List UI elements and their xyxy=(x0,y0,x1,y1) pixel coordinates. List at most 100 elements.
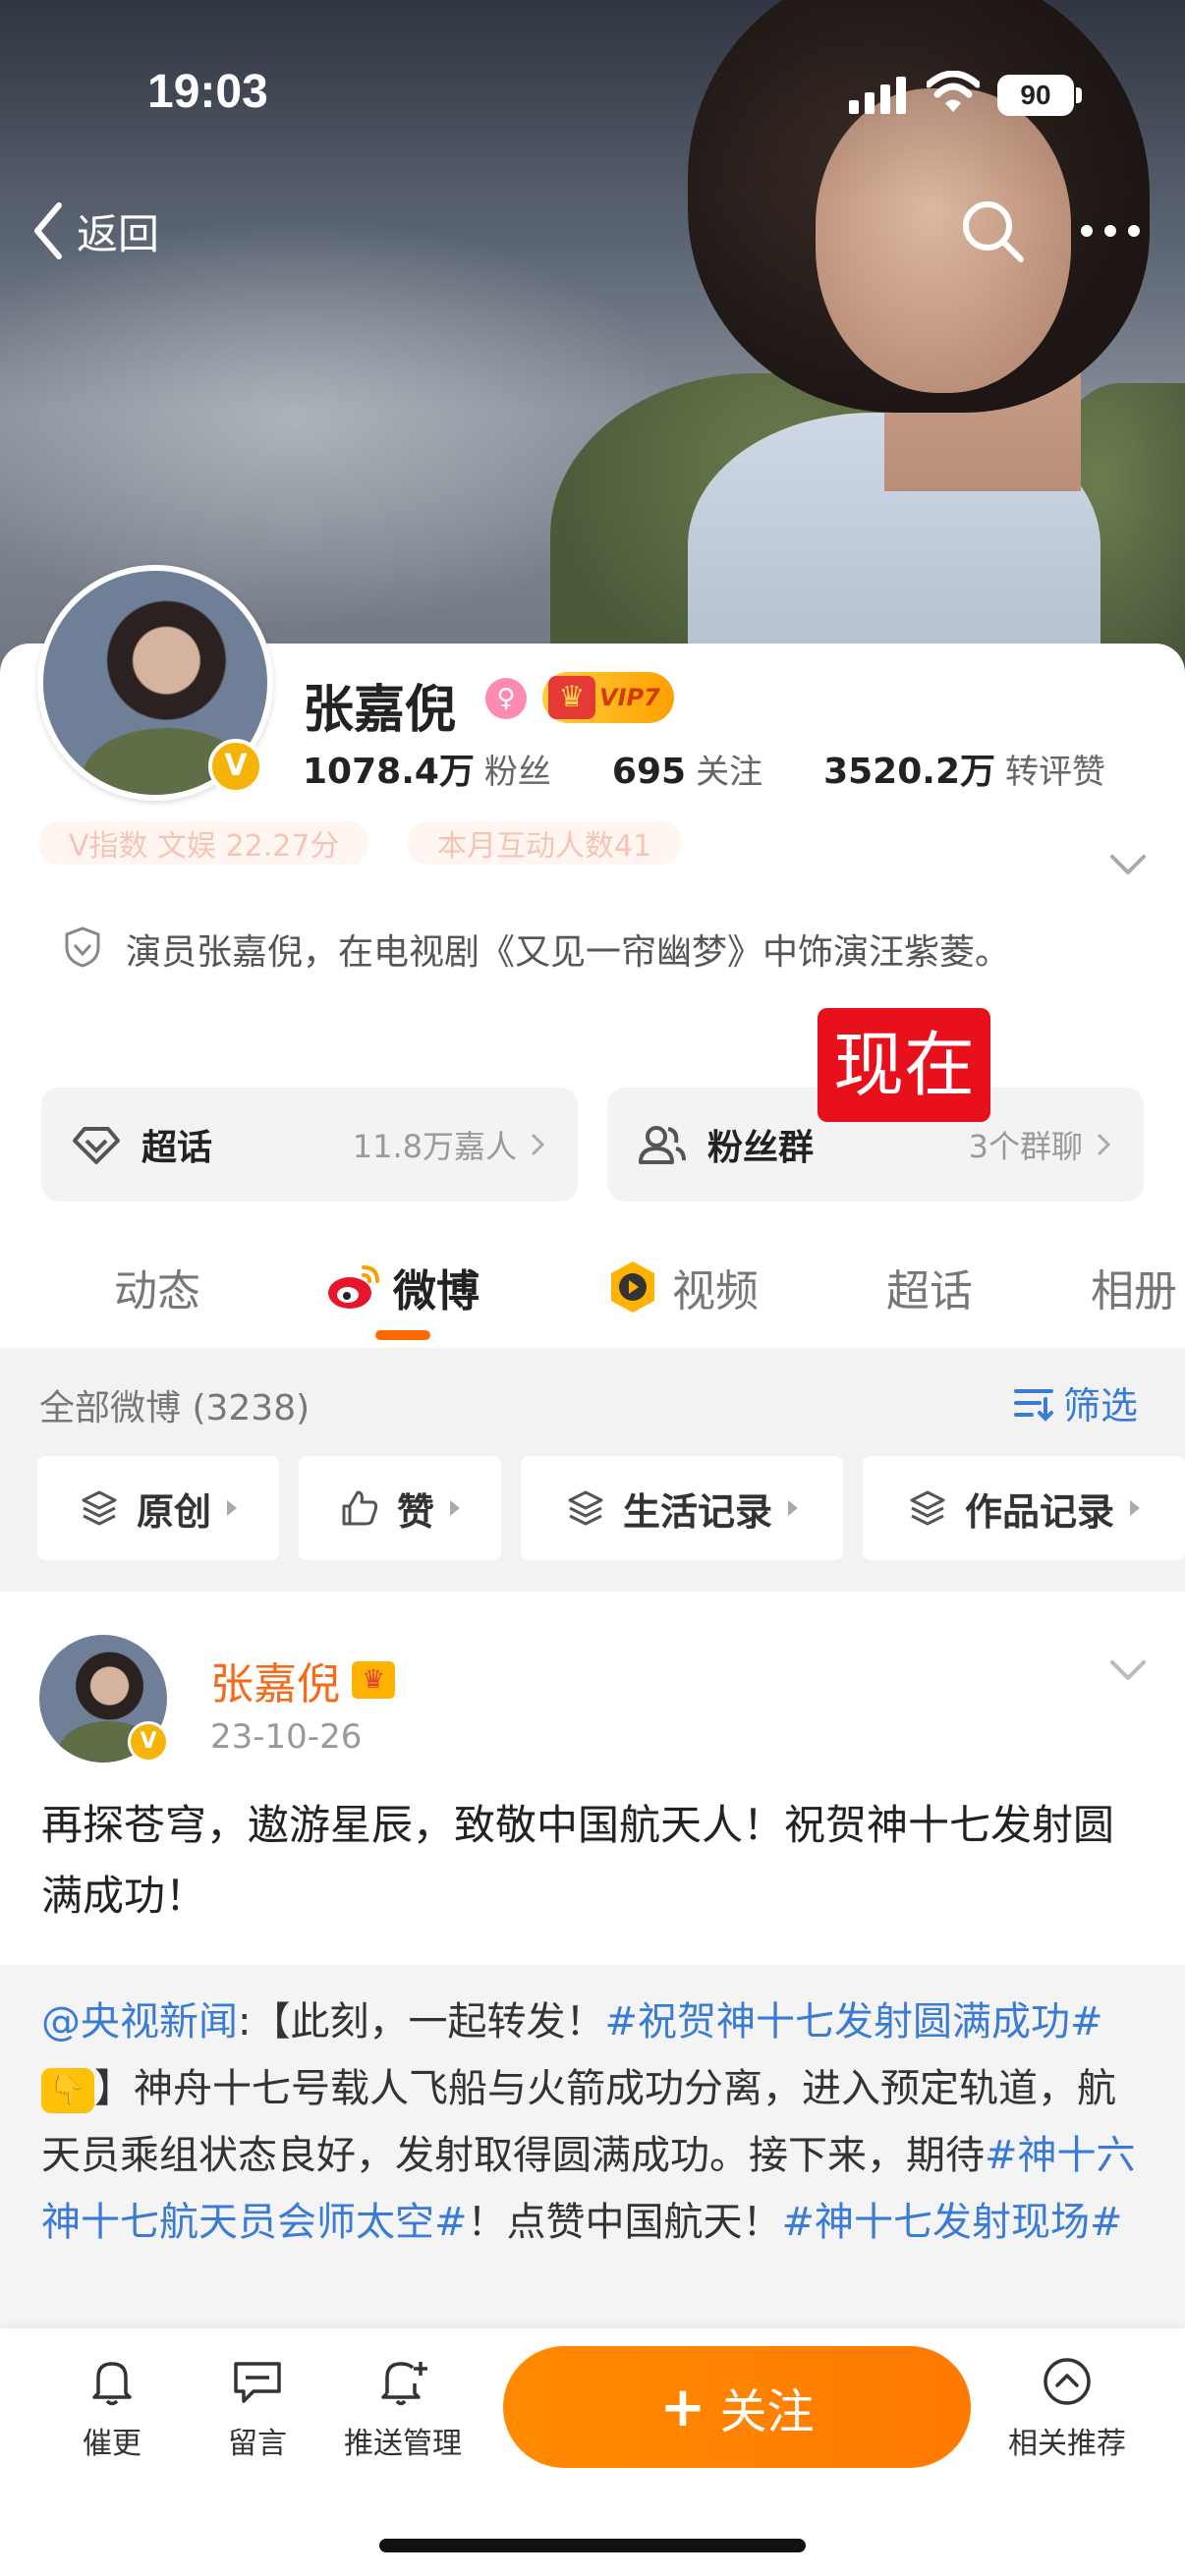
profile-stats: 1078.4万 粉丝 695 关注 3520.2万 转评赞 xyxy=(303,743,1105,794)
profile-bio: 演员张嘉倪，在电视剧《又见一帘幽梦》中饰演汪紫菱。 xyxy=(126,932,1011,973)
super-topic-label: 超话 xyxy=(141,1128,213,1168)
repost-part: :【此刻，一起转发！ xyxy=(238,1999,605,2044)
more-options-button[interactable] xyxy=(1061,196,1159,265)
thumbs-down-emoji-icon: 👇 xyxy=(41,2068,94,2113)
tab-weibo[interactable]: 微博 xyxy=(324,1256,480,1318)
v-index-tag: V指数 文娱 22.27分 xyxy=(39,821,369,865)
chevron-right-icon xyxy=(1097,1133,1111,1156)
followers-count[interactable]: 1078.4万 xyxy=(303,743,475,794)
urge-update-button[interactable]: 催更 xyxy=(43,2354,181,2462)
following-count[interactable]: 695 xyxy=(612,752,686,792)
video-icon xyxy=(611,1261,654,1313)
urge-label: 催更 xyxy=(83,2427,141,2461)
filter-label: 筛选 xyxy=(1063,1384,1139,1428)
verified-badge: V xyxy=(208,739,263,794)
bell-icon xyxy=(92,2362,132,2406)
layers-icon xyxy=(82,1490,117,1526)
chevron-right-icon xyxy=(531,1133,545,1156)
back-button[interactable]: 返回 xyxy=(29,196,159,265)
recommend-label: 相关推荐 xyxy=(1008,2427,1126,2461)
chevron-down-icon[interactable] xyxy=(1106,1652,1150,1688)
repost-text: @央视新闻:【此刻，一起转发！#祝贺神十七发射圆满成功# 👇 】神舟十七号载人飞船与… xyxy=(41,1988,1152,2256)
bell-plus-icon xyxy=(381,2362,427,2406)
chip-label: 生活记录 xyxy=(622,1489,772,1534)
tab-album[interactable]: 相册 xyxy=(1091,1256,1177,1318)
wifi-icon xyxy=(927,71,980,112)
thumbs-up-icon xyxy=(342,1490,378,1526)
chevron-left-icon xyxy=(34,202,62,259)
profile-screen: 19:03 90 返回 V 张嘉倪 ♀ ♛ VIP7 1078.4万 粉丝 69… xyxy=(0,0,1185,2576)
chat-icon xyxy=(234,2362,281,2403)
chip-label: 原创 xyxy=(136,1489,211,1534)
faded-tags-row: V指数 文娱 22.27分 本月互动人数41 xyxy=(39,821,1081,867)
fan-group-count: 3个群聊 xyxy=(968,1128,1083,1165)
push-settings-button[interactable]: 推送管理 xyxy=(334,2354,472,2462)
plus-icon: + xyxy=(659,2375,706,2439)
fan-group-label: 粉丝群 xyxy=(707,1128,815,1168)
follow-label: 关注 xyxy=(719,2384,815,2439)
layers-icon xyxy=(568,1490,603,1526)
chip-original[interactable]: 原创 xyxy=(37,1456,279,1560)
related-recommend-button[interactable]: 相关推荐 xyxy=(988,2354,1146,2462)
crown-icon: ♛ xyxy=(352,1661,395,1699)
chip-life-record[interactable]: 生活记录 xyxy=(521,1456,843,1560)
chevron-down-icon[interactable] xyxy=(1106,847,1150,882)
tab-video[interactable]: 视频 xyxy=(605,1256,759,1318)
shield-check-icon xyxy=(65,926,100,968)
cellular-signal-icon xyxy=(849,75,910,114)
weibo-filter-section: 全部微博 (3238) 筛选 原创 赞 生活记录 作品记录 xyxy=(0,1348,1185,1592)
tab-label: 视频 xyxy=(672,1266,759,1316)
filter-icon xyxy=(1014,1388,1053,1422)
back-label: 返回 xyxy=(77,209,160,258)
weibo-logo-icon xyxy=(328,1265,379,1309)
post-date: 23-10-26 xyxy=(210,1717,363,1757)
group-icon xyxy=(639,1126,686,1164)
active-tab-indicator xyxy=(375,1330,430,1340)
follow-button[interactable]: + 关注 xyxy=(503,2346,971,2468)
status-time: 19:03 xyxy=(147,66,268,118)
diamond-icon xyxy=(73,1127,120,1164)
all-weibo-count: 全部微博 (3238) xyxy=(39,1388,310,1428)
battery-tip xyxy=(1076,87,1082,103)
chevron-up-circle-icon xyxy=(1044,2358,1091,2405)
super-topic-tile[interactable]: 超话 11.8万嘉人 xyxy=(41,1088,578,1202)
repost-part: ！点赞中国航天！ xyxy=(467,2200,782,2245)
battery-indicator: 90 xyxy=(997,75,1074,116)
home-indicator[interactable] xyxy=(379,2539,806,2552)
chip-label: 赞 xyxy=(396,1489,434,1534)
hashtag-link[interactable]: #祝贺神十七发射圆满成功# xyxy=(604,1999,1102,2044)
crown-icon: ♛ xyxy=(548,676,595,719)
profile-name: 张嘉倪 xyxy=(303,681,457,740)
followers-label[interactable]: 粉丝 xyxy=(484,745,551,793)
interactions-count: 3520.2万 xyxy=(823,752,995,792)
interactions-label: 转评赞 xyxy=(1005,753,1105,792)
post-author-name[interactable]: 张嘉倪 ♛ xyxy=(210,1649,395,1711)
following-label[interactable]: 关注 xyxy=(696,745,762,793)
post-text: 再探苍穹，遨游星辰，致敬中国航天人！祝贺神十七发射圆满成功！ xyxy=(41,1801,1115,1920)
hashtag-link[interactable]: #神十七发射现场# xyxy=(782,2200,1123,2245)
message-button[interactable]: 留言 xyxy=(189,2354,326,2462)
tab-label: 动态 xyxy=(114,1266,200,1316)
search-icon[interactable] xyxy=(958,196,1027,265)
monthly-interaction-tag: 本月互动人数41 xyxy=(408,821,682,865)
tab-dynamics[interactable]: 动态 xyxy=(114,1256,200,1318)
tab-label: 微博 xyxy=(393,1266,480,1316)
filter-button[interactable]: 筛选 xyxy=(1012,1375,1138,1429)
chip-label: 作品记录 xyxy=(964,1489,1114,1534)
repost-block[interactable]: @央视新闻:【此刻，一起转发！#祝贺神十七发射圆满成功# 👇 】神舟十七号载人飞船与… xyxy=(0,1965,1185,2338)
post-author-label: 张嘉倪 xyxy=(210,1659,340,1709)
post-verified-badge: V xyxy=(128,1721,169,1763)
tab-label: 相册 xyxy=(1091,1266,1177,1316)
push-label: 推送管理 xyxy=(344,2427,462,2461)
layers-icon xyxy=(910,1490,945,1526)
female-icon: ♀ xyxy=(485,678,527,719)
chip-works-record[interactable]: 作品记录 xyxy=(863,1456,1185,1560)
super-topic-count: 11.8万嘉人 xyxy=(352,1128,517,1165)
chip-likes[interactable]: 赞 xyxy=(299,1456,501,1560)
now-overlay-tag: 现在 xyxy=(818,1008,990,1122)
repost-source-link[interactable]: @央视新闻 xyxy=(41,1999,238,2044)
tab-super-topic[interactable]: 超话 xyxy=(886,1256,973,1318)
vip-badge[interactable]: ♛ VIP7 xyxy=(542,672,674,723)
message-label: 留言 xyxy=(228,2427,287,2461)
tab-label: 超话 xyxy=(886,1266,973,1316)
